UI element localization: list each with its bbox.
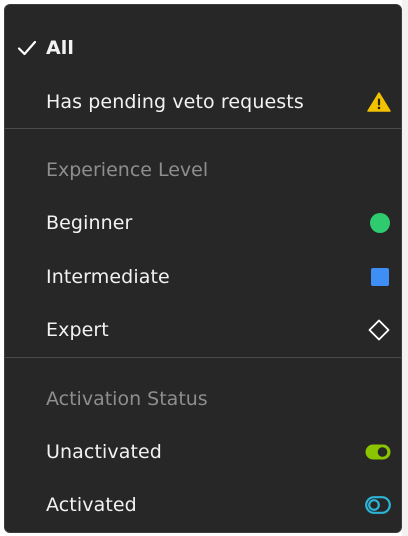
checkmark-icon: [17, 40, 37, 56]
menu-item-intermediate[interactable]: Intermediate: [5, 251, 401, 303]
menu-item-label: Has pending veto requests: [46, 91, 304, 113]
menu-divider: [5, 357, 401, 358]
blue-square-icon: [369, 266, 391, 288]
menu-item-beginner[interactable]: Beginner: [5, 197, 401, 249]
background-panel: [402, 0, 408, 536]
menu-item-label: All: [46, 37, 75, 59]
toggle-off-icon: [365, 496, 391, 514]
toggle-on-icon: [365, 444, 391, 460]
menu-item-pending-veto[interactable]: Has pending veto requests: [5, 76, 401, 128]
experience-level-header: Experience Level: [46, 159, 209, 181]
filter-dropdown-menu: All Has pending veto requests Experience…: [4, 4, 402, 533]
diamond-outline-icon: [367, 318, 391, 342]
warning-icon: [367, 92, 391, 113]
green-circle-icon: [369, 212, 391, 234]
menu-divider: [5, 128, 401, 129]
menu-item-label: Activated: [46, 494, 137, 516]
menu-item-activated[interactable]: Activated: [5, 479, 401, 531]
menu-item-label: Beginner: [46, 212, 133, 234]
menu-item-all[interactable]: All: [5, 22, 401, 74]
menu-item-unactivated[interactable]: Unactivated: [5, 426, 401, 478]
menu-item-expert[interactable]: Expert: [5, 304, 401, 356]
activation-status-header: Activation Status: [46, 388, 208, 410]
menu-item-label: Unactivated: [46, 441, 162, 463]
menu-item-label: Intermediate: [46, 266, 170, 288]
menu-item-label: Expert: [46, 319, 109, 341]
